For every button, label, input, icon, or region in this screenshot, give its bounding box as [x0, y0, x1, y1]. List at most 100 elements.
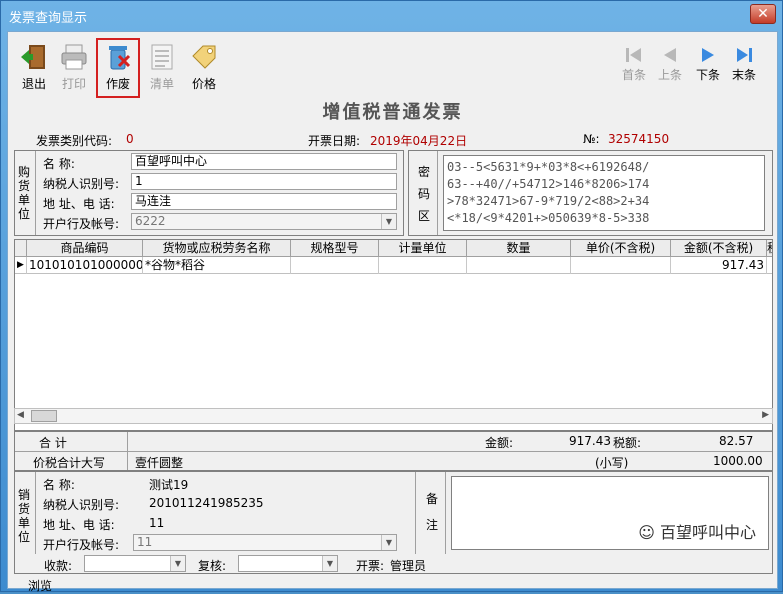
horizontal-scrollbar[interactable]: ◀ ▶: [14, 408, 773, 424]
seller-name-value: 测试19: [149, 478, 189, 492]
next-record-button[interactable]: 下条: [691, 46, 725, 83]
row-code[interactable]: 1010101010000000000: [27, 257, 143, 274]
cipher-section: 密码区 03--5<5631*9+*03*8<+6192648/ 63--+40…: [408, 150, 773, 236]
col-header-name[interactable]: 货物或应税劳务名称: [143, 240, 291, 257]
invoice-title: 增值税普通发票: [322, 102, 463, 123]
chevron-down-icon[interactable]: ▼: [381, 214, 396, 229]
buyer-addr-field[interactable]: 马连洼: [131, 193, 397, 210]
reviewer-select[interactable]: ▼: [238, 555, 338, 572]
print-button[interactable]: 打印: [52, 40, 96, 96]
exit-label: 退出: [21, 77, 46, 91]
payee-select[interactable]: ▼: [84, 555, 186, 572]
buyer-bank-label: 开户行及帐号:: [43, 217, 120, 231]
first-label: 首条: [621, 68, 646, 82]
last-label: 末条: [731, 68, 756, 82]
chevron-down-icon[interactable]: ▼: [170, 556, 185, 571]
scroll-right-icon[interactable]: ▶: [762, 410, 769, 420]
buyer-section-label: 购货单位: [17, 165, 30, 221]
cipher-line-1: 03--5<5631*9+*03*8<+6192648/: [447, 160, 650, 174]
watermark: ☺ 百望呼叫中心: [632, 517, 762, 545]
buyer-addr-label: 地 址、电 话:: [43, 197, 115, 211]
first-record-button[interactable]: 首条: [617, 46, 651, 83]
seller-addr-value: 11: [149, 516, 165, 530]
list-button[interactable]: 清单: [140, 40, 184, 96]
list-sheet-icon: [151, 44, 173, 70]
exit-button[interactable]: 退出: [12, 40, 56, 96]
row-name[interactable]: *谷物*稻谷: [143, 257, 291, 274]
cipher-text-box: 03--5<5631*9+*03*8<+6192648/ 63--+40//+5…: [443, 155, 765, 231]
invoice-no-label: №:: [583, 132, 600, 146]
scrollbar-thumb[interactable]: [31, 410, 57, 422]
row-qty[interactable]: [467, 257, 571, 274]
print-label: 打印: [61, 77, 86, 91]
buyer-tax-field[interactable]: 1: [131, 173, 397, 190]
cipher-section-label: 密码区: [417, 165, 430, 223]
next-label: 下条: [695, 68, 720, 82]
invoice-query-window: 发票查询显示 ✕ 退出 打印 作废 清单 价格 首条 上条 下条 末条 增值税普…: [0, 0, 783, 593]
drawer-value: 管理员: [390, 559, 427, 573]
total-words-label: 价税合计大写: [33, 456, 106, 470]
goods-grid[interactable]: 商品编码 货物或应税劳务名称 规格型号 计量单位 数量 单价(不含税) 金额(不…: [14, 239, 773, 431]
void-button[interactable]: 作废: [96, 38, 140, 98]
price-button[interactable]: 价格: [182, 40, 226, 96]
trash-void-icon: [109, 46, 131, 70]
seller-tax-value: 201011241985235: [149, 496, 264, 510]
buyer-name-field[interactable]: 百望呼叫中心: [131, 153, 397, 170]
buyer-bank-select[interactable]: 6222 ▼: [131, 213, 397, 230]
col-header-code[interactable]: 商品编码: [27, 240, 143, 257]
row-tax[interactable]: [767, 257, 772, 274]
sum-amount-label: 金额:: [485, 436, 514, 450]
row-price[interactable]: [571, 257, 671, 274]
status-text: 浏览: [28, 579, 53, 593]
payee-label: 收款:: [44, 559, 73, 573]
grid-header: 商品编码 货物或应税劳务名称 规格型号 计量单位 数量 单价(不含税) 金额(不…: [15, 240, 772, 257]
chevron-down-icon[interactable]: ▼: [381, 535, 396, 550]
sum-tax-value: 82.57: [719, 434, 754, 448]
drawer-label: 开票:: [356, 559, 385, 573]
prev-icon: [664, 48, 676, 62]
seller-bank-value: 11: [137, 535, 153, 549]
total-small-label: (小写): [595, 456, 629, 470]
col-header-spec[interactable]: 规格型号: [291, 240, 379, 257]
chat-bubble-icon: ☺: [638, 523, 655, 542]
printer-icon: [61, 44, 87, 70]
prev-record-button[interactable]: 上条: [653, 46, 687, 83]
col-header-amount[interactable]: 金额(不含税): [671, 240, 767, 257]
cipher-line-4: <*18/<9*4201+>050639*8-5>338: [447, 211, 650, 225]
seller-bank-select[interactable]: 11 ▼: [133, 534, 397, 551]
date-value: 2019年04月22日: [370, 134, 468, 148]
type-code-value: 0: [126, 132, 134, 146]
footer-row: 收款: ▼ 复核: ▼ 开票: 管理员: [14, 554, 773, 576]
sum-amount-value: 917.43: [569, 434, 611, 448]
seller-addr-label: 地 址、电 话:: [43, 518, 115, 532]
next-icon: [702, 48, 714, 62]
void-label: 作废: [105, 77, 130, 91]
sum-label: 合 计: [39, 436, 67, 450]
last-icon: [737, 48, 752, 62]
cipher-line-2: 63--+40//+54712>146*8206>174: [447, 177, 650, 191]
row-amount[interactable]: 917.43: [671, 257, 767, 274]
last-record-button[interactable]: 末条: [727, 46, 761, 83]
row-unit[interactable]: [379, 257, 467, 274]
close-button[interactable]: ✕: [750, 4, 776, 24]
scroll-left-icon[interactable]: ◀: [17, 410, 24, 420]
seller-tax-label: 纳税人识别号:: [43, 498, 120, 512]
list-label: 清单: [149, 77, 174, 91]
table-row[interactable]: ▶ 1010101010000000000 *谷物*稻谷 917.43: [15, 257, 772, 274]
current-row-arrow-icon: ▶: [15, 257, 27, 274]
col-header-price[interactable]: 单价(不含税): [571, 240, 671, 257]
exit-door-icon: [21, 45, 45, 69]
type-code-label: 发票类别代码:: [36, 134, 113, 148]
window-title: 发票查询显示: [9, 11, 88, 26]
row-spec[interactable]: [291, 257, 379, 274]
col-header-qty[interactable]: 数量: [467, 240, 571, 257]
col-header-unit[interactable]: 计量单位: [379, 240, 467, 257]
col-header-tax[interactable]: 税: [767, 240, 772, 257]
buyer-tax-label: 纳税人识别号:: [43, 177, 120, 191]
date-label: 开票日期:: [308, 134, 361, 148]
watermark-text: 百望呼叫中心: [659, 523, 756, 542]
chevron-down-icon[interactable]: ▼: [322, 556, 337, 571]
total-small-value: 1000.00: [713, 454, 763, 468]
prev-label: 上条: [657, 68, 682, 82]
buyer-section: 购货单位 名 称: 百望呼叫中心 纳税人识别号: 1 地 址、电 话: 马连洼 …: [14, 150, 404, 236]
